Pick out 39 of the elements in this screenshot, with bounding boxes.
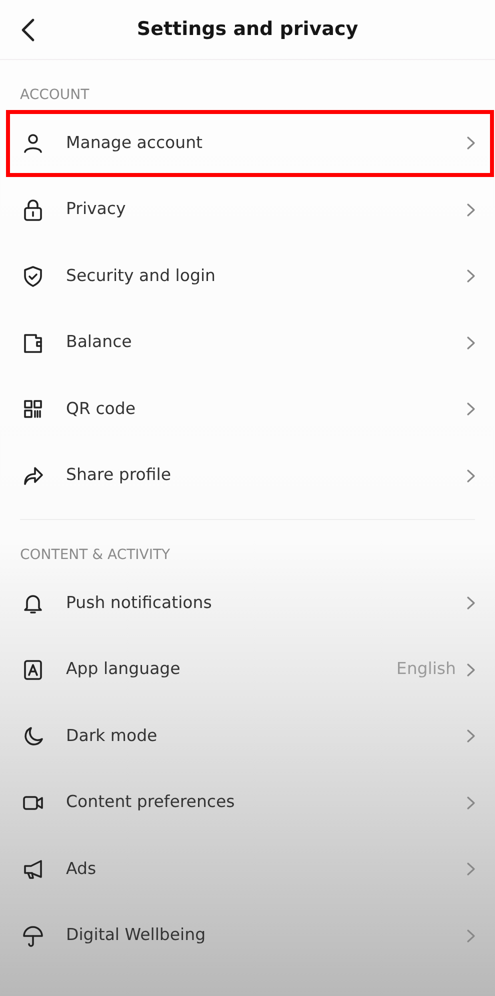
megaphone-icon — [22, 858, 44, 880]
lock-icon — [22, 198, 44, 221]
settings-item[interactable]: Privacy — [6, 176, 494, 243]
settings-item[interactable]: Push notifications — [6, 570, 494, 636]
chevron-right-icon — [466, 402, 476, 416]
section-label: CONTENT & ACTIVITY — [19, 546, 172, 564]
umbrella-icon — [22, 924, 44, 947]
chevron-right-icon — [466, 336, 476, 350]
qr-code-icon — [22, 398, 44, 420]
section-label: ACCOUNT — [19, 86, 90, 104]
bell-icon — [22, 592, 44, 614]
chevron-right-icon — [466, 468, 476, 483]
setting-value: English — [396, 658, 456, 680]
page-title: Settings and privacy — [136, 17, 358, 42]
settings-item[interactable]: Digital Wellbeing — [6, 902, 494, 969]
share-arrow-icon — [22, 464, 44, 487]
person-icon — [22, 132, 44, 154]
chevron-right-icon — [466, 796, 476, 810]
settings-item[interactable]: Balance — [6, 310, 494, 376]
chevron-right-icon — [466, 662, 476, 677]
chevron-right-icon — [466, 928, 476, 943]
settings-item[interactable]: Manage account — [6, 110, 494, 176]
chevron-right-icon — [466, 862, 476, 876]
settings-item[interactable]: Ads — [6, 836, 494, 902]
settings-item[interactable]: QR code — [6, 376, 494, 442]
settings-item[interactable]: App language English — [6, 636, 494, 703]
settings-item[interactable]: Dark mode — [6, 703, 494, 770]
settings-item[interactable]: Content preferences — [6, 770, 494, 836]
letter-a-icon — [22, 658, 44, 681]
chevron-right-icon — [466, 136, 476, 150]
wallet-icon — [22, 332, 44, 354]
chevron-right-icon — [466, 269, 476, 284]
chevron-right-icon — [466, 596, 476, 610]
chevron-right-icon — [466, 729, 476, 744]
moon-icon — [22, 725, 44, 748]
settings-item[interactable]: Security and login — [6, 243, 494, 310]
shield-check-icon — [22, 265, 44, 288]
settings-item[interactable]: Share profile — [6, 442, 494, 509]
chevron-right-icon — [466, 202, 476, 217]
